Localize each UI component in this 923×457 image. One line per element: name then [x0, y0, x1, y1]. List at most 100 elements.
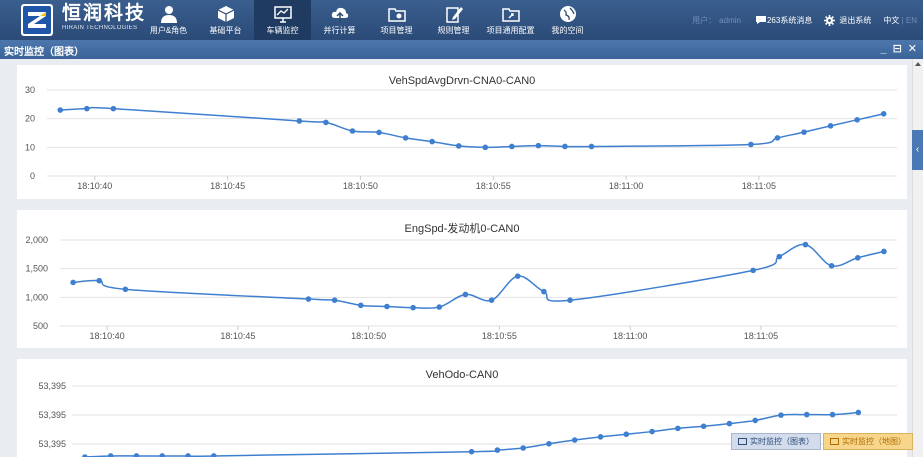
data-point	[210, 453, 217, 457]
data-point	[774, 135, 781, 141]
data-point	[802, 241, 809, 248]
data-point	[70, 279, 76, 286]
data-point	[588, 143, 595, 150]
x-tick-label: 18:11:00	[613, 331, 647, 341]
y-tick-label: 1,500	[25, 264, 48, 274]
nav-label: 车辆监控	[266, 26, 299, 35]
y-tick-label: 20	[25, 114, 35, 124]
nav-vehicle-monitor[interactable]: 车辆监控	[254, 0, 311, 40]
data-point	[827, 123, 834, 129]
language-switch: 中文 | EN	[883, 15, 917, 26]
nav-base-platform[interactable]: 基础平台	[197, 0, 254, 40]
data-point	[649, 428, 655, 435]
chart-title: EngSpd-发动机0-CAN0	[404, 223, 520, 235]
x-tick-label: 18:11:05	[742, 181, 776, 191]
close-button[interactable]: ✕	[908, 42, 917, 56]
y-tick-label: 53,395	[38, 410, 66, 420]
restore-button[interactable]: ⊟	[893, 42, 902, 56]
data-point	[535, 142, 542, 149]
monitor-chart-icon	[273, 6, 292, 23]
data-point	[436, 304, 443, 310]
lang-separator: |	[901, 15, 904, 25]
y-tick-label: 2,000	[25, 235, 48, 245]
folder-gear-icon	[387, 8, 406, 22]
data-point	[357, 302, 364, 309]
scroll-up-arrow[interactable]	[915, 62, 921, 66]
data-point	[546, 440, 552, 447]
message-label: 系统消息	[780, 15, 813, 25]
tab-realtime-chart[interactable]: 实时监控（图表）	[731, 433, 821, 450]
data-point	[829, 411, 836, 418]
chart-title: VehOdo-CAN0	[425, 369, 499, 381]
data-point	[700, 423, 707, 430]
vertical-scrollbar[interactable]	[912, 59, 923, 457]
data-point	[462, 291, 469, 298]
data-point	[110, 105, 117, 112]
window-controls: _ ⊟ ✕	[880, 42, 917, 56]
data-point	[57, 107, 64, 113]
x-tick-label: 18:11:05	[744, 331, 778, 341]
data-point	[854, 254, 861, 261]
side-collapse-tab[interactable]: ‹	[912, 130, 923, 170]
data-point	[778, 412, 784, 418]
data-point	[623, 431, 630, 438]
x-tick-label: 18:10:45	[220, 331, 255, 341]
user-name[interactable]: admin	[719, 16, 741, 25]
brand-subtitle: HIRAIN TECHNOLOGIES	[62, 25, 138, 31]
message-count: 263	[766, 15, 781, 25]
lang-en[interactable]: EN	[906, 16, 917, 25]
logout-button[interactable]: 退出系统	[824, 14, 872, 26]
x-tick-label: 18:10:55	[482, 331, 517, 341]
nav-label: 项目管理	[380, 26, 413, 35]
top-nav-bar: 恒润科技 HIRAIN TECHNOLOGIES 用户&角色 基础平台 车辆监控…	[0, 0, 923, 40]
data-point	[801, 129, 807, 135]
lang-cn[interactable]: 中文	[883, 16, 899, 25]
data-point	[776, 253, 783, 260]
data-point	[567, 297, 573, 303]
user-bar: 用户： admin 263 系统消息 退出系统 中文 | EN	[692, 0, 923, 40]
data-point	[376, 129, 382, 136]
nav-project-manage[interactable]: 项目管理	[368, 0, 425, 40]
data-point	[750, 267, 756, 274]
nav-label: 并行计算	[323, 26, 356, 35]
tab-realtime-map[interactable]: 实时监控（地图）	[823, 433, 913, 450]
system-messages[interactable]: 263 系统消息	[755, 15, 812, 26]
nav-label: 规则管理	[437, 26, 470, 35]
data-point	[331, 297, 338, 303]
y-tick-label: 1,000	[25, 292, 48, 302]
data-point	[803, 411, 810, 418]
data-point	[296, 118, 303, 124]
data-point	[752, 417, 759, 424]
data-point	[881, 248, 887, 255]
data-point	[305, 296, 312, 302]
data-point	[675, 425, 681, 432]
nav-label: 项目通用配置	[486, 26, 535, 35]
minimize-button[interactable]: _	[880, 42, 886, 56]
data-point	[133, 453, 140, 457]
tab-label: 实时监控（图表）	[750, 437, 814, 446]
x-tick-label: 18:10:50	[343, 181, 378, 191]
brand: 恒润科技 HIRAIN TECHNOLOGIES	[62, 4, 146, 32]
nav-my-space[interactable]: 我的空间	[539, 0, 596, 40]
data-point	[828, 263, 835, 269]
y-tick-label: 53,395	[38, 439, 66, 449]
nav-parallel-compute[interactable]: 并行计算	[311, 0, 368, 40]
data-point	[571, 437, 578, 443]
logout-label: 退出系统	[839, 15, 872, 25]
data-point	[96, 277, 103, 284]
x-tick-label: 18:10:55	[476, 181, 511, 191]
nav-project-config[interactable]: 项目通用配置	[482, 0, 539, 40]
nav-label: 我的空间	[551, 26, 584, 35]
data-point	[854, 117, 860, 123]
user-icon	[160, 6, 177, 23]
nav-label: 基础平台	[209, 26, 242, 35]
nav-label: 用户&角色	[149, 26, 188, 35]
nav-users-roles[interactable]: 用户&角色	[140, 0, 197, 40]
data-point	[514, 273, 521, 279]
nav-rule-manage[interactable]: 规则管理	[425, 0, 482, 40]
globe-icon	[559, 6, 576, 22]
window-icon	[830, 438, 839, 445]
data-point	[122, 286, 129, 293]
x-tick-label: 18:10:45	[210, 181, 245, 191]
data-point	[455, 143, 462, 149]
